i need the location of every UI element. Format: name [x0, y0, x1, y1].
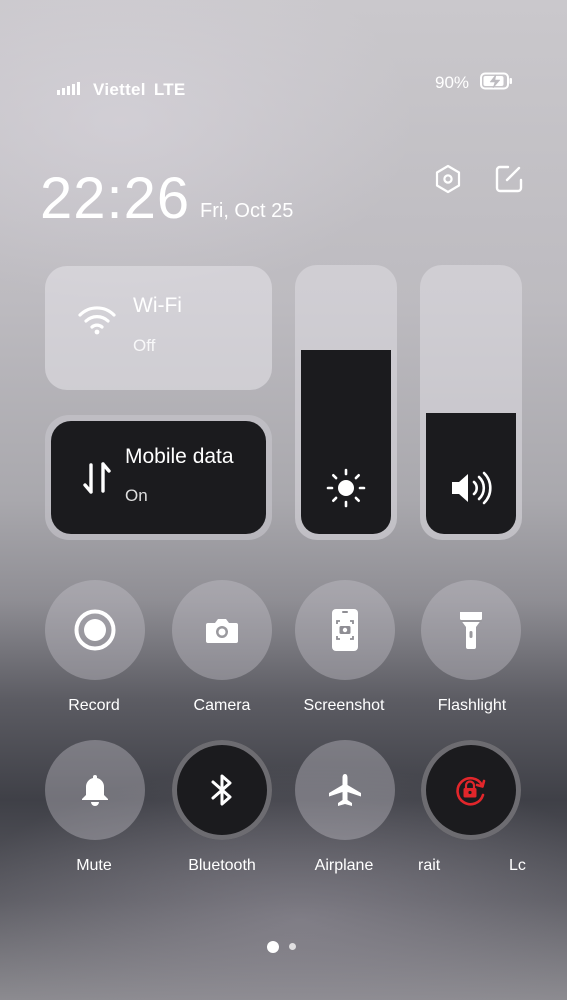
record-label: Record [68, 697, 120, 714]
airplane-button[interactable] [295, 740, 395, 840]
bell-icon [82, 775, 108, 806]
record-icon [74, 609, 116, 651]
screenshot-button[interactable] [295, 580, 395, 680]
rotation-lock-button[interactable] [421, 740, 521, 840]
page-indicator-active[interactable] [267, 941, 279, 953]
signal-strength-icon [57, 82, 80, 95]
bluetooth-icon [211, 774, 232, 806]
rotation-lock-label: rait [418, 857, 441, 874]
mobile-data-status: On [125, 486, 148, 505]
volume-slider[interactable] [420, 265, 522, 540]
edit-icon[interactable] [494, 164, 524, 194]
airplane-label: Airplane [314, 857, 374, 874]
camera-button[interactable] [172, 580, 272, 680]
brightness-slider[interactable] [295, 265, 397, 540]
carrier-name: Viettel [93, 80, 146, 99]
flashlight-label: Flashlight [437, 697, 507, 714]
volume-speaker-icon [452, 471, 492, 505]
mobile-data-title: Mobile data [125, 445, 234, 468]
settings-hexagon-icon[interactable] [433, 164, 463, 194]
mobile-data-tile[interactable]: Mobile data On [51, 421, 266, 534]
record-button[interactable] [45, 580, 145, 680]
wifi-tile[interactable]: Wi-Fi Off [45, 266, 272, 390]
carrier-label: Viettel LTE [93, 80, 186, 100]
mute-label: Mute [76, 857, 112, 874]
rotation-lock-icon [456, 776, 486, 806]
bluetooth-button[interactable] [172, 740, 272, 840]
airplane-icon [329, 774, 361, 806]
mute-button[interactable] [45, 740, 145, 840]
network-type: LTE [153, 80, 186, 99]
clock-date: Fri, Oct 25 [200, 200, 294, 222]
camera-icon [206, 619, 238, 643]
page-indicator-inactive[interactable] [289, 943, 296, 950]
battery-percent: 90% [435, 73, 470, 92]
flashlight-icon [460, 612, 482, 649]
battery-charging-icon [480, 72, 512, 90]
bluetooth-label: Bluetooth [188, 857, 256, 874]
wifi-status: Off [133, 336, 156, 355]
screenshot-icon [332, 609, 358, 651]
wifi-icon [78, 306, 116, 335]
wifi-title: Wi-Fi [133, 294, 182, 317]
mobile-data-arrows-icon [83, 462, 111, 494]
flashlight-button[interactable] [421, 580, 521, 680]
camera-label: Camera [193, 697, 251, 714]
brightness-sun-icon [326, 468, 366, 508]
clock-time: 22:26 [40, 166, 191, 231]
lock-label-partial: Lc [509, 857, 526, 874]
screenshot-label: Screenshot [303, 697, 385, 714]
